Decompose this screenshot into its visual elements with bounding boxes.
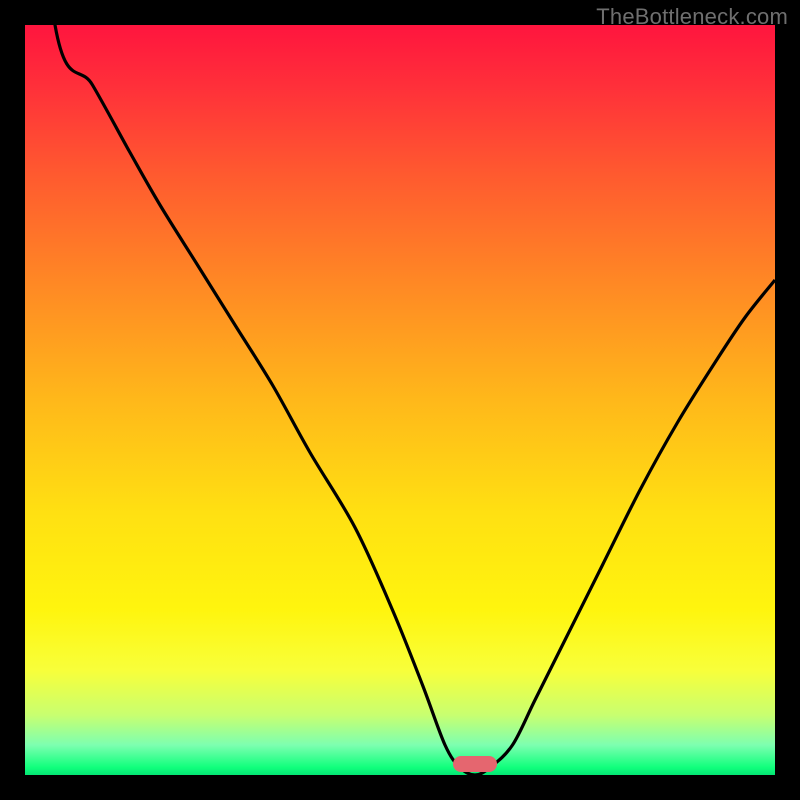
plot-area: [25, 25, 775, 775]
optimal-marker: [453, 756, 497, 772]
chart-frame: TheBottleneck.com: [0, 0, 800, 800]
bottleneck-curve: [25, 25, 775, 775]
watermark-text: TheBottleneck.com: [596, 4, 788, 30]
curve-path: [25, 25, 775, 775]
